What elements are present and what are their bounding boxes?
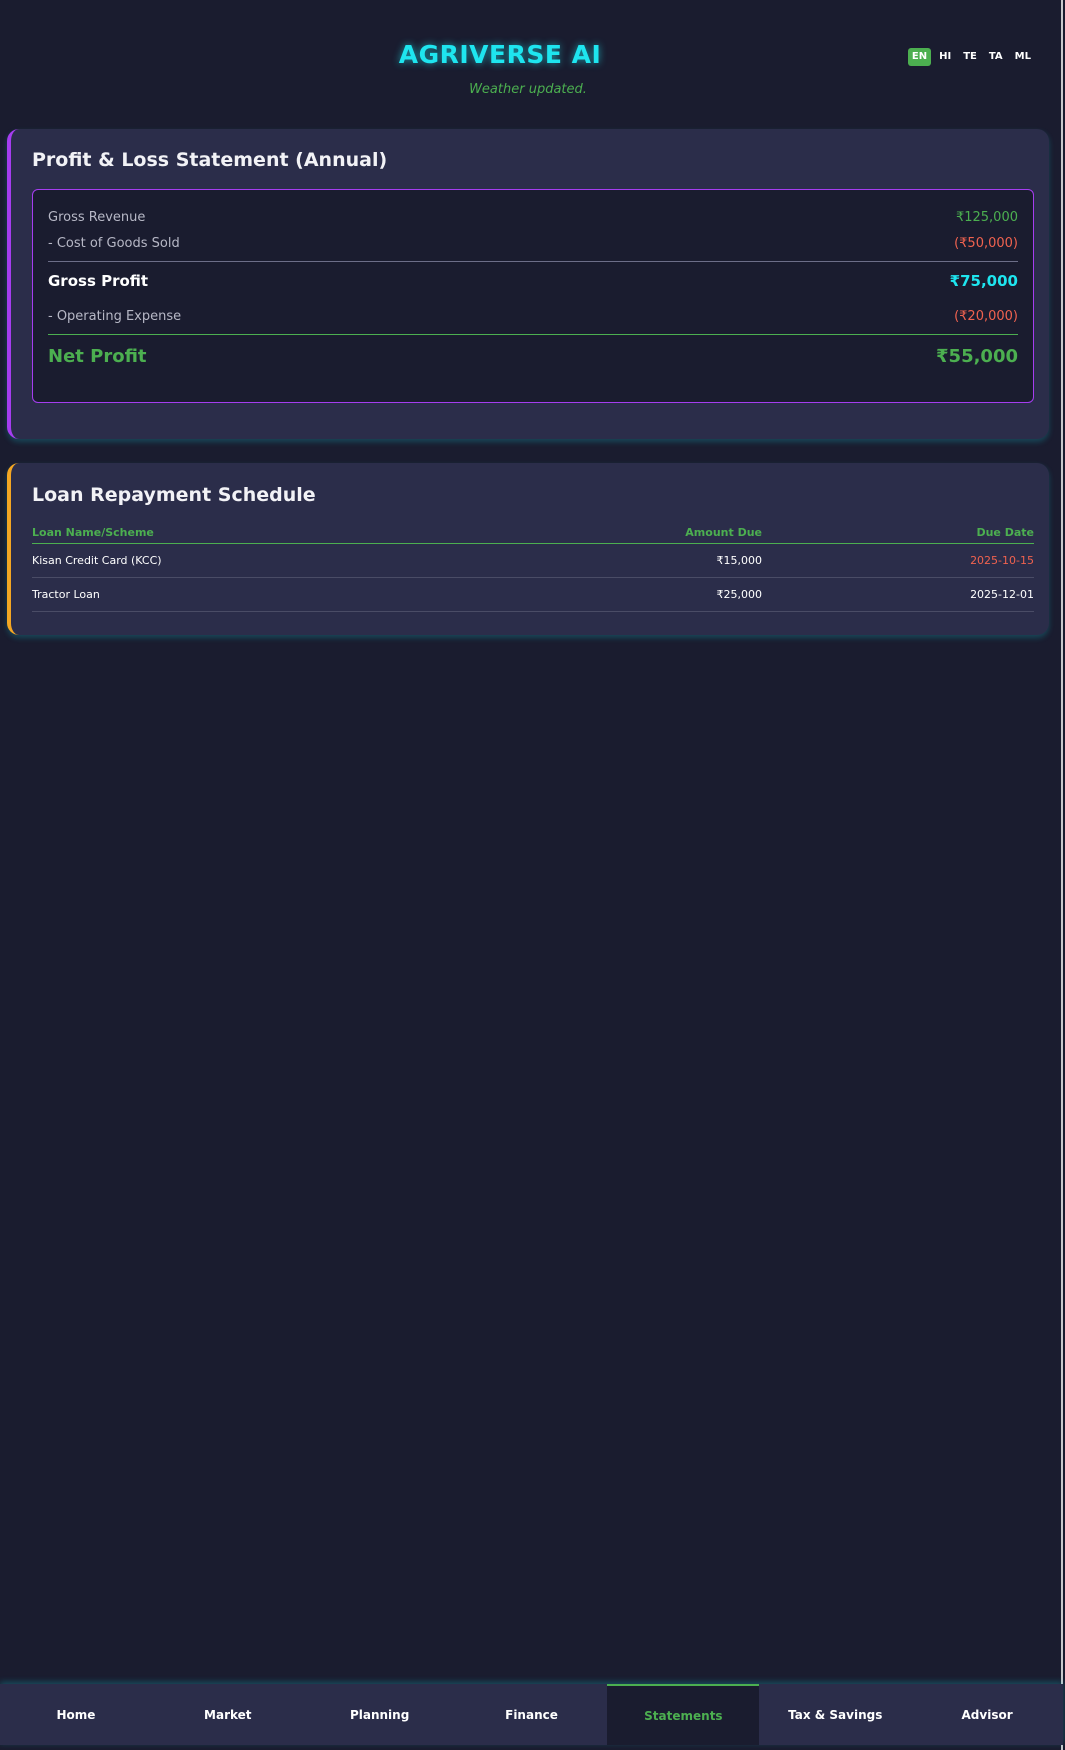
gross-profit-value: ₹75,000: [949, 272, 1018, 290]
nav-tab-statements[interactable]: Statements: [607, 1684, 760, 1745]
nav-tab-market[interactable]: Market: [152, 1684, 304, 1745]
nav-tab-planning[interactable]: Planning: [304, 1684, 456, 1745]
loan-table: Loan Name/Scheme Amount Due Due Date Kis…: [32, 521, 1034, 612]
loan-due-date: 2025-10-15: [970, 554, 1034, 567]
operating-expense-row: - Operating Expense (₹20,000): [48, 309, 1018, 324]
table-row: Tractor Loan ₹25,000 2025-12-01: [32, 578, 1034, 612]
table-row: Kisan Credit Card (KCC) ₹15,000 2025-10-…: [32, 544, 1034, 578]
app-title: AGRIVERSE AI: [398, 40, 602, 69]
cogs-row: - Cost of Goods Sold (₹50,000): [48, 236, 1018, 251]
nav-tab-advisor[interactable]: Advisor: [911, 1684, 1063, 1745]
lang-button-ta[interactable]: TA: [985, 48, 1007, 66]
net-profit-value: ₹55,000: [936, 346, 1018, 367]
profit-loss-card: Profit & Loss Statement (Annual) Gross R…: [7, 129, 1049, 439]
bottom-nav: Home Market Planning Finance Statements …: [0, 1684, 1063, 1745]
language-switcher: EN HI TE TA ML: [907, 48, 1035, 66]
operating-expense-value: (₹20,000): [954, 309, 1018, 324]
profit-loss-box: Gross Revenue ₹125,000 - Cost of Goods S…: [32, 189, 1034, 403]
nav-tab-finance[interactable]: Finance: [456, 1684, 608, 1745]
loan-schedule-card: Loan Repayment Schedule Loan Name/Scheme…: [7, 463, 1049, 635]
loan-name: Kisan Credit Card (KCC): [32, 554, 162, 567]
app-window: AGRIVERSE AI Weather updated. EN HI TE T…: [0, 0, 1063, 1750]
net-profit-row: Net Profit ₹55,000: [48, 346, 1018, 367]
gross-revenue-value: ₹125,000: [955, 210, 1018, 225]
lang-button-en[interactable]: EN: [907, 48, 932, 66]
gross-revenue-label: Gross Revenue: [48, 210, 146, 225]
column-header-due-date: Due Date: [976, 525, 1034, 539]
nav-tab-home[interactable]: Home: [0, 1684, 152, 1745]
loan-due-date: 2025-12-01: [970, 588, 1034, 601]
divider: [48, 261, 1018, 262]
column-header-loan-name: Loan Name/Scheme: [32, 525, 154, 539]
operating-expense-label: - Operating Expense: [48, 309, 182, 324]
lang-button-ml[interactable]: ML: [1011, 48, 1035, 66]
loan-name: Tractor Loan: [32, 588, 100, 601]
gross-profit-row: Gross Profit ₹75,000: [48, 272, 1018, 290]
cogs-label: - Cost of Goods Sold: [48, 236, 180, 251]
lang-button-te[interactable]: TE: [959, 48, 981, 66]
gross-profit-label: Gross Profit: [48, 272, 149, 290]
cogs-value: (₹50,000): [954, 236, 1018, 251]
status-message: Weather updated.: [469, 82, 587, 97]
loan-table-header: Loan Name/Scheme Amount Due Due Date: [32, 521, 1034, 544]
net-divider: [48, 334, 1018, 335]
app-header: AGRIVERSE AI Weather updated. EN HI TE T…: [0, 0, 1061, 120]
lang-button-hi[interactable]: HI: [935, 48, 955, 66]
net-profit-label: Net Profit: [48, 346, 147, 367]
column-header-amount-due: Amount Due: [685, 525, 762, 539]
nav-tab-tax-savings[interactable]: Tax & Savings: [759, 1684, 911, 1745]
loan-amount: ₹15,000: [716, 554, 763, 567]
profit-loss-title: Profit & Loss Statement (Annual): [32, 149, 388, 171]
loan-amount: ₹25,000: [716, 588, 763, 601]
loan-schedule-title: Loan Repayment Schedule: [32, 484, 316, 506]
gross-revenue-row: Gross Revenue ₹125,000: [48, 210, 1018, 225]
